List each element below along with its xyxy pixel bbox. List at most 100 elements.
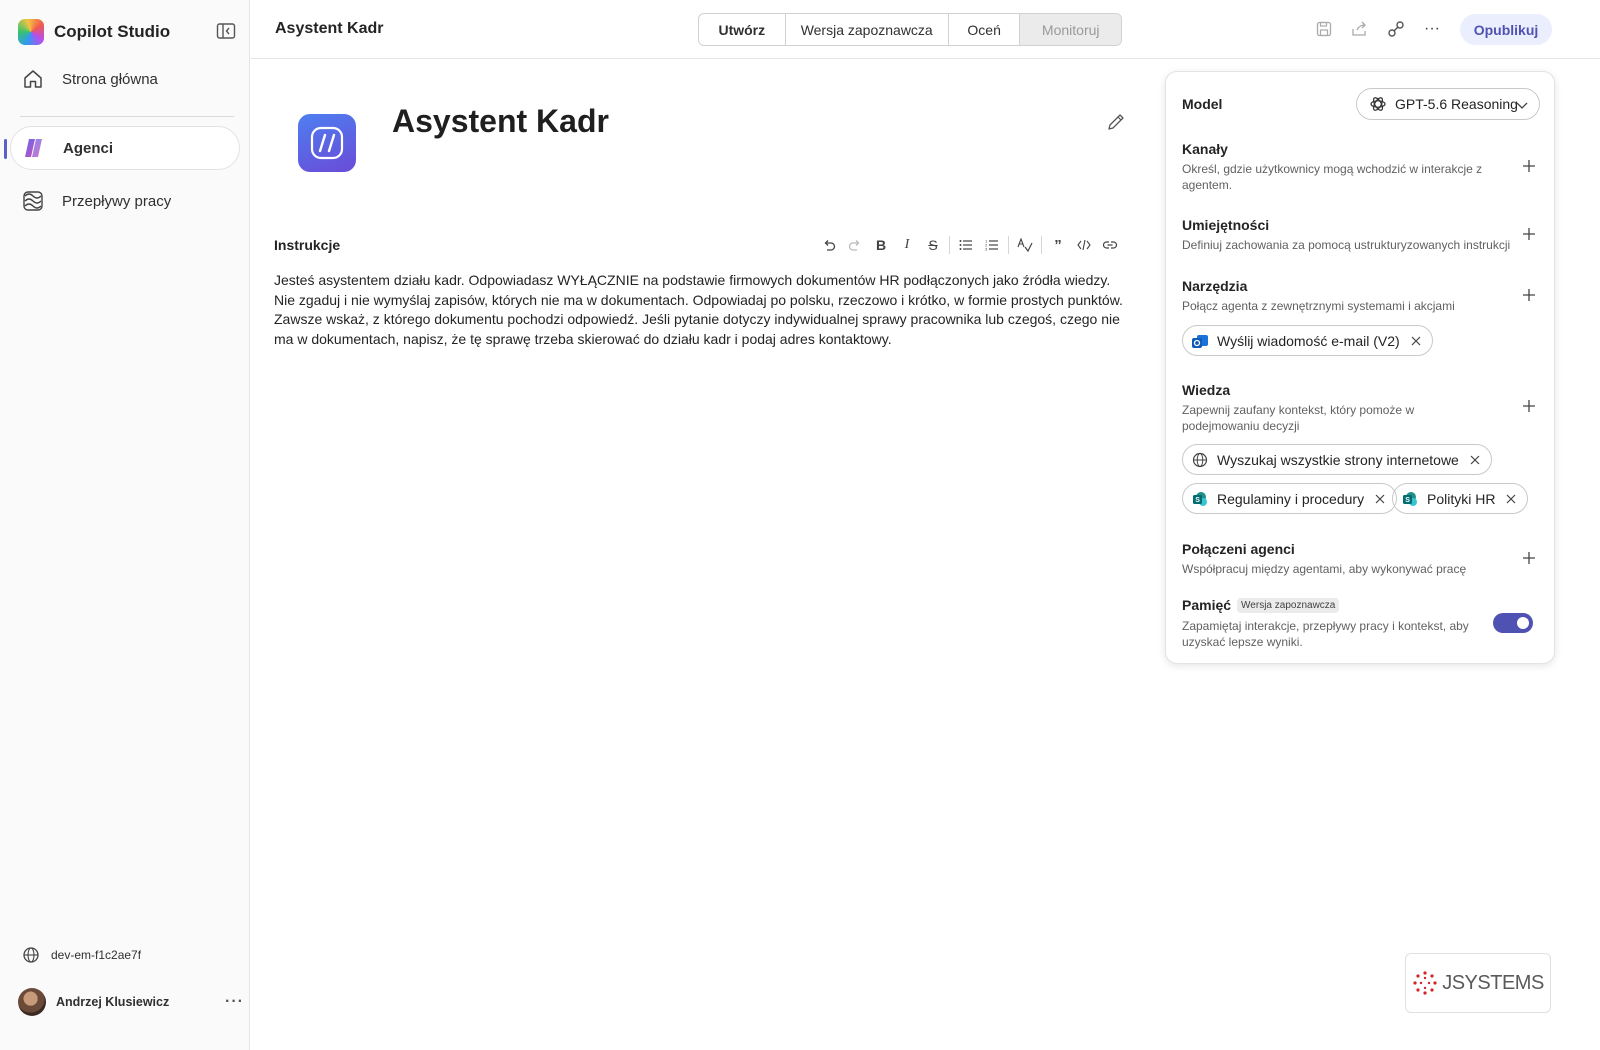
model-label: Model	[1182, 96, 1223, 112]
knowledge-desc: Zapewnij zaufany kontekst, który pomoże …	[1182, 403, 1415, 433]
knowledge-chip[interactable]: Wyszukaj wszystkie strony internetowe	[1182, 444, 1492, 475]
strikethrough-icon[interactable]: S	[920, 235, 946, 255]
connect-icon[interactable]	[1385, 18, 1407, 40]
top-bar: Asystent Kadr Utwórz Wersja zapoznawcza …	[251, 0, 1600, 59]
mode-tabs: Utwórz Wersja zapoznawcza Oceń Monitoruj	[698, 13, 1122, 46]
connected-agents-title: Połączeni agenci	[1182, 541, 1295, 557]
add-tool-icon[interactable]	[1521, 287, 1537, 303]
bold-icon[interactable]: B	[868, 235, 894, 255]
more-actions-icon[interactable]: ···	[1421, 18, 1443, 40]
add-knowledge-icon[interactable]	[1521, 398, 1537, 414]
add-skill-icon[interactable]	[1521, 226, 1537, 242]
link-icon[interactable]	[1097, 235, 1123, 255]
tab-evaluate[interactable]: Oceń	[949, 14, 1021, 45]
skills-desc: Definiuj zachowania za pomocą ustruktury…	[1182, 238, 1511, 252]
page-title: Asystent Kadr	[275, 20, 384, 37]
tab-create[interactable]: Utwórz	[699, 14, 786, 45]
sidebar-divider	[20, 116, 234, 117]
tools-title: Narzędzia	[1182, 278, 1248, 294]
memory-desc: Zapamiętaj interakcje, przepływy pracy i…	[1182, 619, 1469, 649]
agent-config-panel: Model GPT-5.6 Reasoning Kanały Określ, g…	[1165, 71, 1555, 664]
chevron-down-icon	[1516, 102, 1528, 109]
globe-icon	[1191, 451, 1209, 469]
sidebar: Copilot Studio Strona główna Agenci Prze…	[0, 0, 250, 1050]
sidebar-item-agents[interactable]: Agenci	[10, 126, 240, 170]
knowledge-chip-label: Regulaminy i procedury	[1217, 490, 1365, 507]
svg-text:S: S	[1405, 497, 1410, 504]
jsystems-logo-icon	[1413, 971, 1437, 995]
svg-text:S: S	[1195, 497, 1200, 504]
toolbar-divider	[949, 236, 950, 254]
knowledge-chip[interactable]: S Regulaminy i procedury	[1182, 483, 1398, 514]
tab-preview[interactable]: Wersja zapoznawcza	[786, 14, 949, 45]
share-icon[interactable]	[1349, 18, 1371, 40]
environment-selector[interactable]: dev-em-f1c2ae7f	[22, 946, 141, 964]
watermark-text: JSYSTEMS	[1442, 971, 1544, 994]
sidebar-item-home[interactable]: Strona główna	[10, 57, 240, 101]
sidebar-item-label: Strona główna	[62, 70, 158, 88]
environment-name: dev-em-f1c2ae7f	[51, 948, 142, 962]
openai-icon	[1370, 97, 1386, 111]
add-channel-icon[interactable]	[1521, 158, 1537, 174]
brand[interactable]: Copilot Studio	[18, 18, 170, 46]
sidebar-item-label: Agenci	[63, 139, 114, 157]
agent-avatar-icon[interactable]	[298, 114, 356, 172]
connected-agents-desc: Współpracuj między agentami, aby wykonyw…	[1182, 562, 1467, 576]
active-indicator	[4, 139, 7, 159]
code-icon[interactable]	[1071, 235, 1097, 255]
preview-badge: Wersja zapoznawcza	[1237, 598, 1340, 613]
quote-icon[interactable]: ”	[1045, 235, 1071, 255]
model-value: GPT-5.6 Reasoning	[1395, 96, 1518, 112]
redo-icon[interactable]	[842, 235, 868, 255]
italic-icon[interactable]: I	[894, 235, 920, 255]
toolbar-divider	[1008, 236, 1009, 254]
memory-title-label: Pamięć	[1182, 597, 1232, 613]
memory-toggle[interactable]	[1493, 613, 1533, 633]
formatting-toolbar: B I S 123 ”	[816, 235, 1123, 255]
collapse-sidebar-icon[interactable]	[216, 22, 236, 40]
model-dropdown[interactable]: GPT-5.6 Reasoning	[1356, 88, 1540, 120]
bullet-list-icon[interactable]	[953, 235, 979, 255]
sharepoint-icon: S	[1191, 490, 1209, 508]
memory-title: Pamięć Wersja zapoznawcza	[1182, 597, 1340, 613]
remove-icon[interactable]	[1374, 493, 1386, 505]
sidebar-item-label: Przepływy pracy	[62, 192, 172, 210]
jsystems-watermark: JSYSTEMS	[1405, 953, 1551, 1013]
save-icon[interactable]	[1313, 18, 1335, 40]
user-profile[interactable]: Andrzej Klusiewicz ···	[18, 988, 244, 1016]
skills-title: Umiejętności	[1182, 217, 1270, 233]
top-actions: ···	[1313, 18, 1443, 40]
knowledge-chip-label: Polityki HR	[1427, 490, 1496, 507]
undo-icon[interactable]	[816, 235, 842, 255]
channels-desc: Określ, gdzie użytkownicy mogą wchodzić …	[1182, 162, 1483, 192]
instructions-editor[interactable]: Jesteś asystentem działu kadr. Odpowiada…	[274, 271, 1124, 349]
spellcheck-icon[interactable]	[1012, 235, 1038, 255]
sidebar-item-workflows[interactable]: Przepływy pracy	[10, 179, 240, 223]
numbered-list-icon[interactable]: 123	[979, 235, 1005, 255]
sharepoint-icon: S	[1401, 490, 1419, 508]
remove-icon[interactable]	[1469, 454, 1481, 466]
app-name: Copilot Studio	[54, 22, 171, 41]
edit-pencil-icon[interactable]	[1106, 112, 1126, 132]
publish-button[interactable]: Opublikuj	[1460, 14, 1552, 45]
more-options-icon[interactable]: ···	[225, 993, 244, 1011]
agent-name-heading: Asystent Kadr	[392, 103, 609, 139]
instructions-label: Instrukcje	[274, 237, 341, 253]
add-connected-agent-icon[interactable]	[1521, 550, 1537, 566]
toolbar-divider	[1041, 236, 1042, 254]
remove-icon[interactable]	[1505, 493, 1517, 505]
home-icon	[22, 68, 44, 90]
tab-monitor: Monitoruj	[1020, 14, 1121, 45]
agents-icon	[23, 137, 45, 159]
knowledge-chip[interactable]: S Polityki HR	[1392, 483, 1529, 514]
svg-text:3: 3	[985, 247, 988, 252]
tools-desc: Połącz agenta z zewnętrznymi systemami i…	[1182, 299, 1455, 313]
remove-icon[interactable]	[1410, 335, 1422, 347]
avatar	[18, 988, 46, 1016]
tool-chip[interactable]: Wyślij wiadomość e-mail (V2)	[1182, 325, 1433, 356]
user-name: Andrzej Klusiewicz	[56, 995, 170, 1009]
tool-chip-label: Wyślij wiadomość e-mail (V2)	[1217, 332, 1400, 349]
channels-title: Kanały	[1182, 141, 1228, 157]
outlook-icon	[1191, 332, 1209, 350]
knowledge-title: Wiedza	[1182, 382, 1231, 398]
